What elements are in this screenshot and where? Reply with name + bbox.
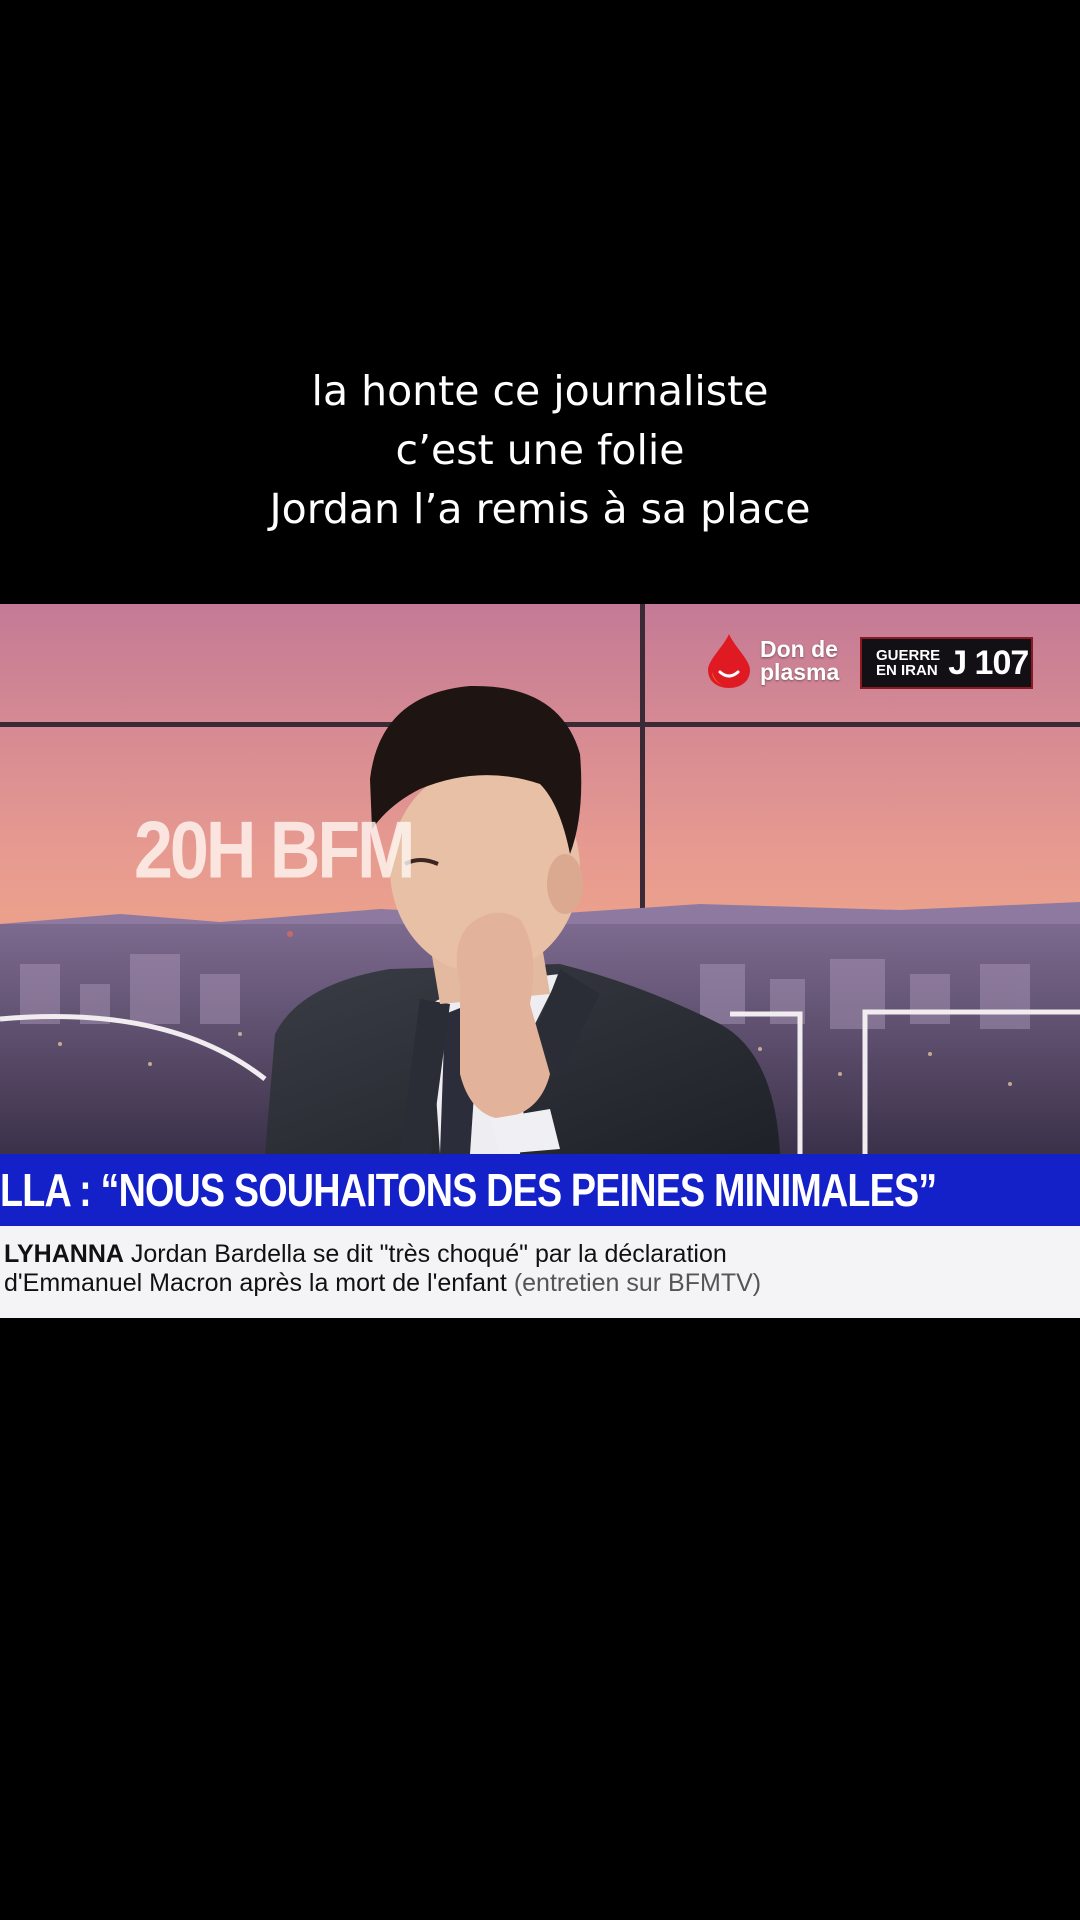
video-frame[interactable]: 20H BFM Don de plasma GUERRE EN IRAN J 1… <box>0 604 1080 1318</box>
subtitle-bar: LYHANNA Jordan Bardella se dit "très cho… <box>0 1226 1080 1318</box>
sub-line-1: Jordan Bardella se dit "très choqué" par… <box>130 1240 727 1268</box>
sub-line-2-source: (entretien sur BFMTV) <box>513 1269 762 1297</box>
plasma-logo: Don de plasma <box>704 632 839 690</box>
war-day-counter: GUERRE EN IRAN J 107 <box>860 637 1033 689</box>
caption-line-3: Jordan l’a remis à sa place <box>269 485 811 533</box>
video-caption: la honte ce journaliste c’est une folie … <box>0 362 1080 539</box>
caption-line-2: c’est une folie <box>395 426 685 474</box>
day-count: J 107 <box>948 643 1029 682</box>
caption-line-1: la honte ce journaliste <box>311 367 769 415</box>
headline-text: LLA : “NOUS SOUHAITONS DES PEINES MINIMA… <box>0 1164 937 1216</box>
day-label-line-2: EN IRAN <box>876 662 938 679</box>
day-label-line-1: GUERRE <box>876 647 941 664</box>
logo-line-2: plasma <box>760 659 840 685</box>
blood-drop-icon <box>704 632 754 690</box>
sub-line-2: d'Emmanuel Macron après la mort de l'enf… <box>4 1269 507 1297</box>
logo-line-1: Don de <box>760 636 838 662</box>
studio-text: 20H BFM <box>134 805 415 895</box>
sub-name: LYHANNA <box>4 1240 124 1268</box>
headline-bar: LLA : “NOUS SOUHAITONS DES PEINES MINIMA… <box>0 1154 1080 1226</box>
